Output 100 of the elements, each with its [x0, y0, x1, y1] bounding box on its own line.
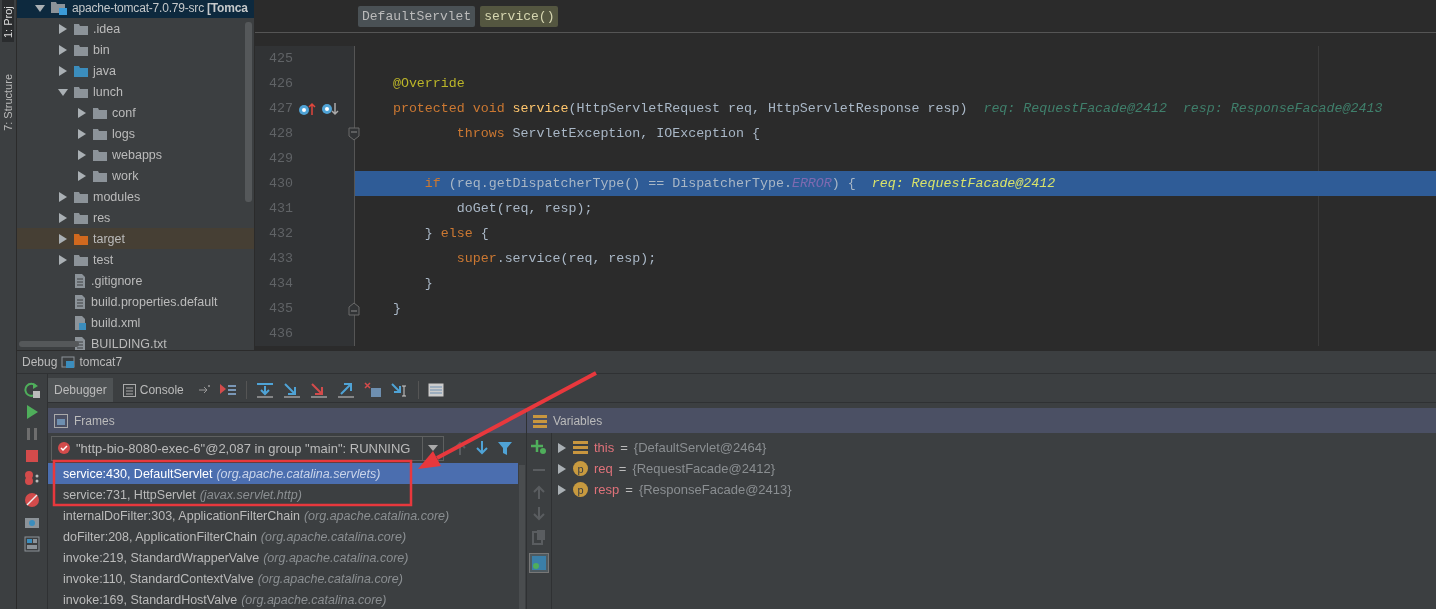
code-token: protected void: [391, 101, 506, 116]
expand-arrow-icon[interactable]: [58, 191, 68, 202]
stack-frame[interactable]: service:430, DefaultServlet (org.apache.catalina.servlets): [48, 463, 518, 484]
scrollbar[interactable]: [245, 22, 252, 202]
inline-value-hint: req: RequestFacade@2412: [871, 176, 1056, 191]
pin-icon[interactable]: [197, 384, 210, 396]
tool-window-tab[interactable]: 7: Structure: [2, 70, 14, 135]
watches-toggle-icon[interactable]: [529, 553, 549, 573]
tree-item[interactable]: res: [17, 207, 254, 228]
up-arrow-icon[interactable]: [454, 441, 466, 455]
equals-sign: =: [625, 482, 633, 497]
pause-icon[interactable]: [24, 426, 40, 442]
variable-name: req: [594, 461, 613, 476]
debug-tab[interactable]: Debugger: [48, 378, 113, 402]
folder-icon: [93, 169, 107, 182]
code-token: throws: [455, 126, 506, 141]
tree-item[interactable]: lunch: [17, 81, 254, 102]
expand-arrow-icon[interactable]: [58, 65, 68, 76]
field-icon: [573, 440, 588, 455]
stack-frame[interactable]: invoke:219, StandardWrapperValve (org.apache.catalina.core): [48, 547, 518, 568]
rerun-icon[interactable]: [24, 382, 40, 398]
filter-icon[interactable]: [498, 441, 512, 455]
tree-item[interactable]: .gitignore: [17, 270, 254, 291]
tree-item[interactable]: test: [17, 249, 254, 270]
tool-window-tab[interactable]: 1: Proj: [2, 0, 14, 42]
variable-row[interactable]: this = {DefaultServlet@2464}: [552, 437, 792, 458]
tree-item[interactable]: .idea: [17, 18, 254, 39]
step-into-icon[interactable]: [282, 382, 301, 398]
fold-marker-icon[interactable]: [348, 302, 360, 316]
overriding-method-icon[interactable]: [298, 101, 316, 116]
code-token: }: [423, 226, 434, 241]
code-token: .service(req, resp);: [496, 251, 657, 266]
file-icon: [74, 315, 86, 330]
stack-frame[interactable]: invoke:110, StandardContextValve (org.apache.catalina.core): [48, 568, 518, 589]
thread-dropdown[interactable]: "http-bio-8080-exec-6"@2,087 in group "main": RUNNING: [51, 435, 444, 461]
scrollbar[interactable]: [519, 465, 525, 609]
variable-row[interactable]: p req = {RequestFacade@2412}: [552, 458, 792, 479]
layout-icon[interactable]: [24, 536, 40, 552]
execution-point-icon[interactable]: [218, 382, 237, 398]
expand-arrow-icon[interactable]: [58, 233, 68, 244]
tree-item[interactable]: modules: [17, 186, 254, 207]
parameter-icon: p: [573, 461, 588, 476]
resume-icon[interactable]: [24, 404, 40, 420]
drop-frame-icon[interactable]: [363, 382, 382, 398]
expand-arrow-icon[interactable]: [58, 212, 68, 223]
debug-tab[interactable]: Console: [116, 378, 190, 402]
tree-item[interactable]: conf: [17, 102, 254, 123]
tree-item[interactable]: java: [17, 60, 254, 81]
stack-frame[interactable]: service:731, HttpServlet (javax.servlet.http): [48, 484, 518, 505]
variable-row[interactable]: p resp = {ResponseFacade@2413}: [552, 479, 792, 500]
tree-item[interactable]: apache-tomcat-7.0.79-src [Tomca: [17, 0, 254, 18]
variable-value: {DefaultServlet@2464}: [633, 440, 767, 455]
expand-arrow-icon[interactable]: [77, 107, 87, 118]
expand-arrow-icon[interactable]: [58, 23, 68, 34]
parameter-icon: p: [573, 482, 588, 497]
folder-icon: [74, 22, 88, 35]
breakpoints-icon[interactable]: [24, 470, 40, 486]
stack-frame[interactable]: internalDoFilter:303, ApplicationFilterChain (org.apache.catalina.core): [48, 505, 518, 526]
run-config-tab[interactable]: tomcat7: [79, 355, 123, 369]
run-config-icon: [61, 355, 76, 369]
collapse-arrow-icon[interactable]: [58, 86, 68, 97]
tree-item[interactable]: logs: [17, 123, 254, 144]
stack-frame[interactable]: doFilter:208, ApplicationFilterChain (org.apache.catalina.core): [48, 526, 518, 547]
code-token: }: [423, 276, 433, 291]
expand-arrow-icon[interactable]: [58, 44, 68, 55]
down-arrow-icon[interactable]: [476, 441, 488, 455]
folder-icon: [93, 127, 107, 140]
step-over-icon[interactable]: [255, 382, 274, 398]
expand-arrow-icon[interactable]: [58, 254, 68, 265]
fold-marker-icon[interactable]: [348, 127, 360, 141]
breadcrumb[interactable]: DefaultServlet: [358, 5, 476, 27]
variables-icon: [533, 413, 547, 428]
implemented-method-icon[interactable]: [321, 101, 339, 116]
tree-item[interactable]: bin: [17, 39, 254, 60]
tree-item[interactable]: build.xml: [17, 312, 254, 333]
expand-arrow-icon[interactable]: [557, 442, 567, 453]
step-out-icon[interactable]: [336, 382, 355, 398]
variable-value: {RequestFacade@2412}: [632, 461, 775, 476]
code-token: (req.getDispatcherType() == DispatcherType.: [448, 176, 792, 191]
tree-item[interactable]: webapps: [17, 144, 254, 165]
tree-item[interactable]: work: [17, 165, 254, 186]
scrollbar[interactable]: [19, 341, 79, 347]
mute-breakpoints-icon[interactable]: [24, 492, 40, 508]
expand-arrow-icon[interactable]: [557, 463, 567, 474]
frame-package: (org.apache.catalina.core): [303, 508, 450, 523]
expand-arrow-icon[interactable]: [77, 128, 87, 139]
file-icon: [74, 273, 86, 288]
breadcrumb[interactable]: service(): [480, 5, 559, 27]
stop-icon[interactable]: [24, 448, 40, 464]
expand-arrow-icon[interactable]: [557, 484, 567, 495]
force-step-into-icon[interactable]: [309, 382, 328, 398]
collapse-arrow-icon[interactable]: [35, 2, 45, 13]
tree-item[interactable]: build.properties.default: [17, 291, 254, 312]
add-watch-icon[interactable]: [531, 439, 547, 455]
stack-frame[interactable]: invoke:169, StandardHostValve (org.apache.catalina.core): [48, 589, 518, 609]
run-to-cursor-icon[interactable]: [390, 382, 409, 398]
expand-arrow-icon[interactable]: [77, 149, 87, 160]
expand-arrow-icon[interactable]: [77, 170, 87, 181]
tree-item[interactable]: target: [17, 228, 254, 249]
evaluate-icon[interactable]: [427, 383, 444, 397]
